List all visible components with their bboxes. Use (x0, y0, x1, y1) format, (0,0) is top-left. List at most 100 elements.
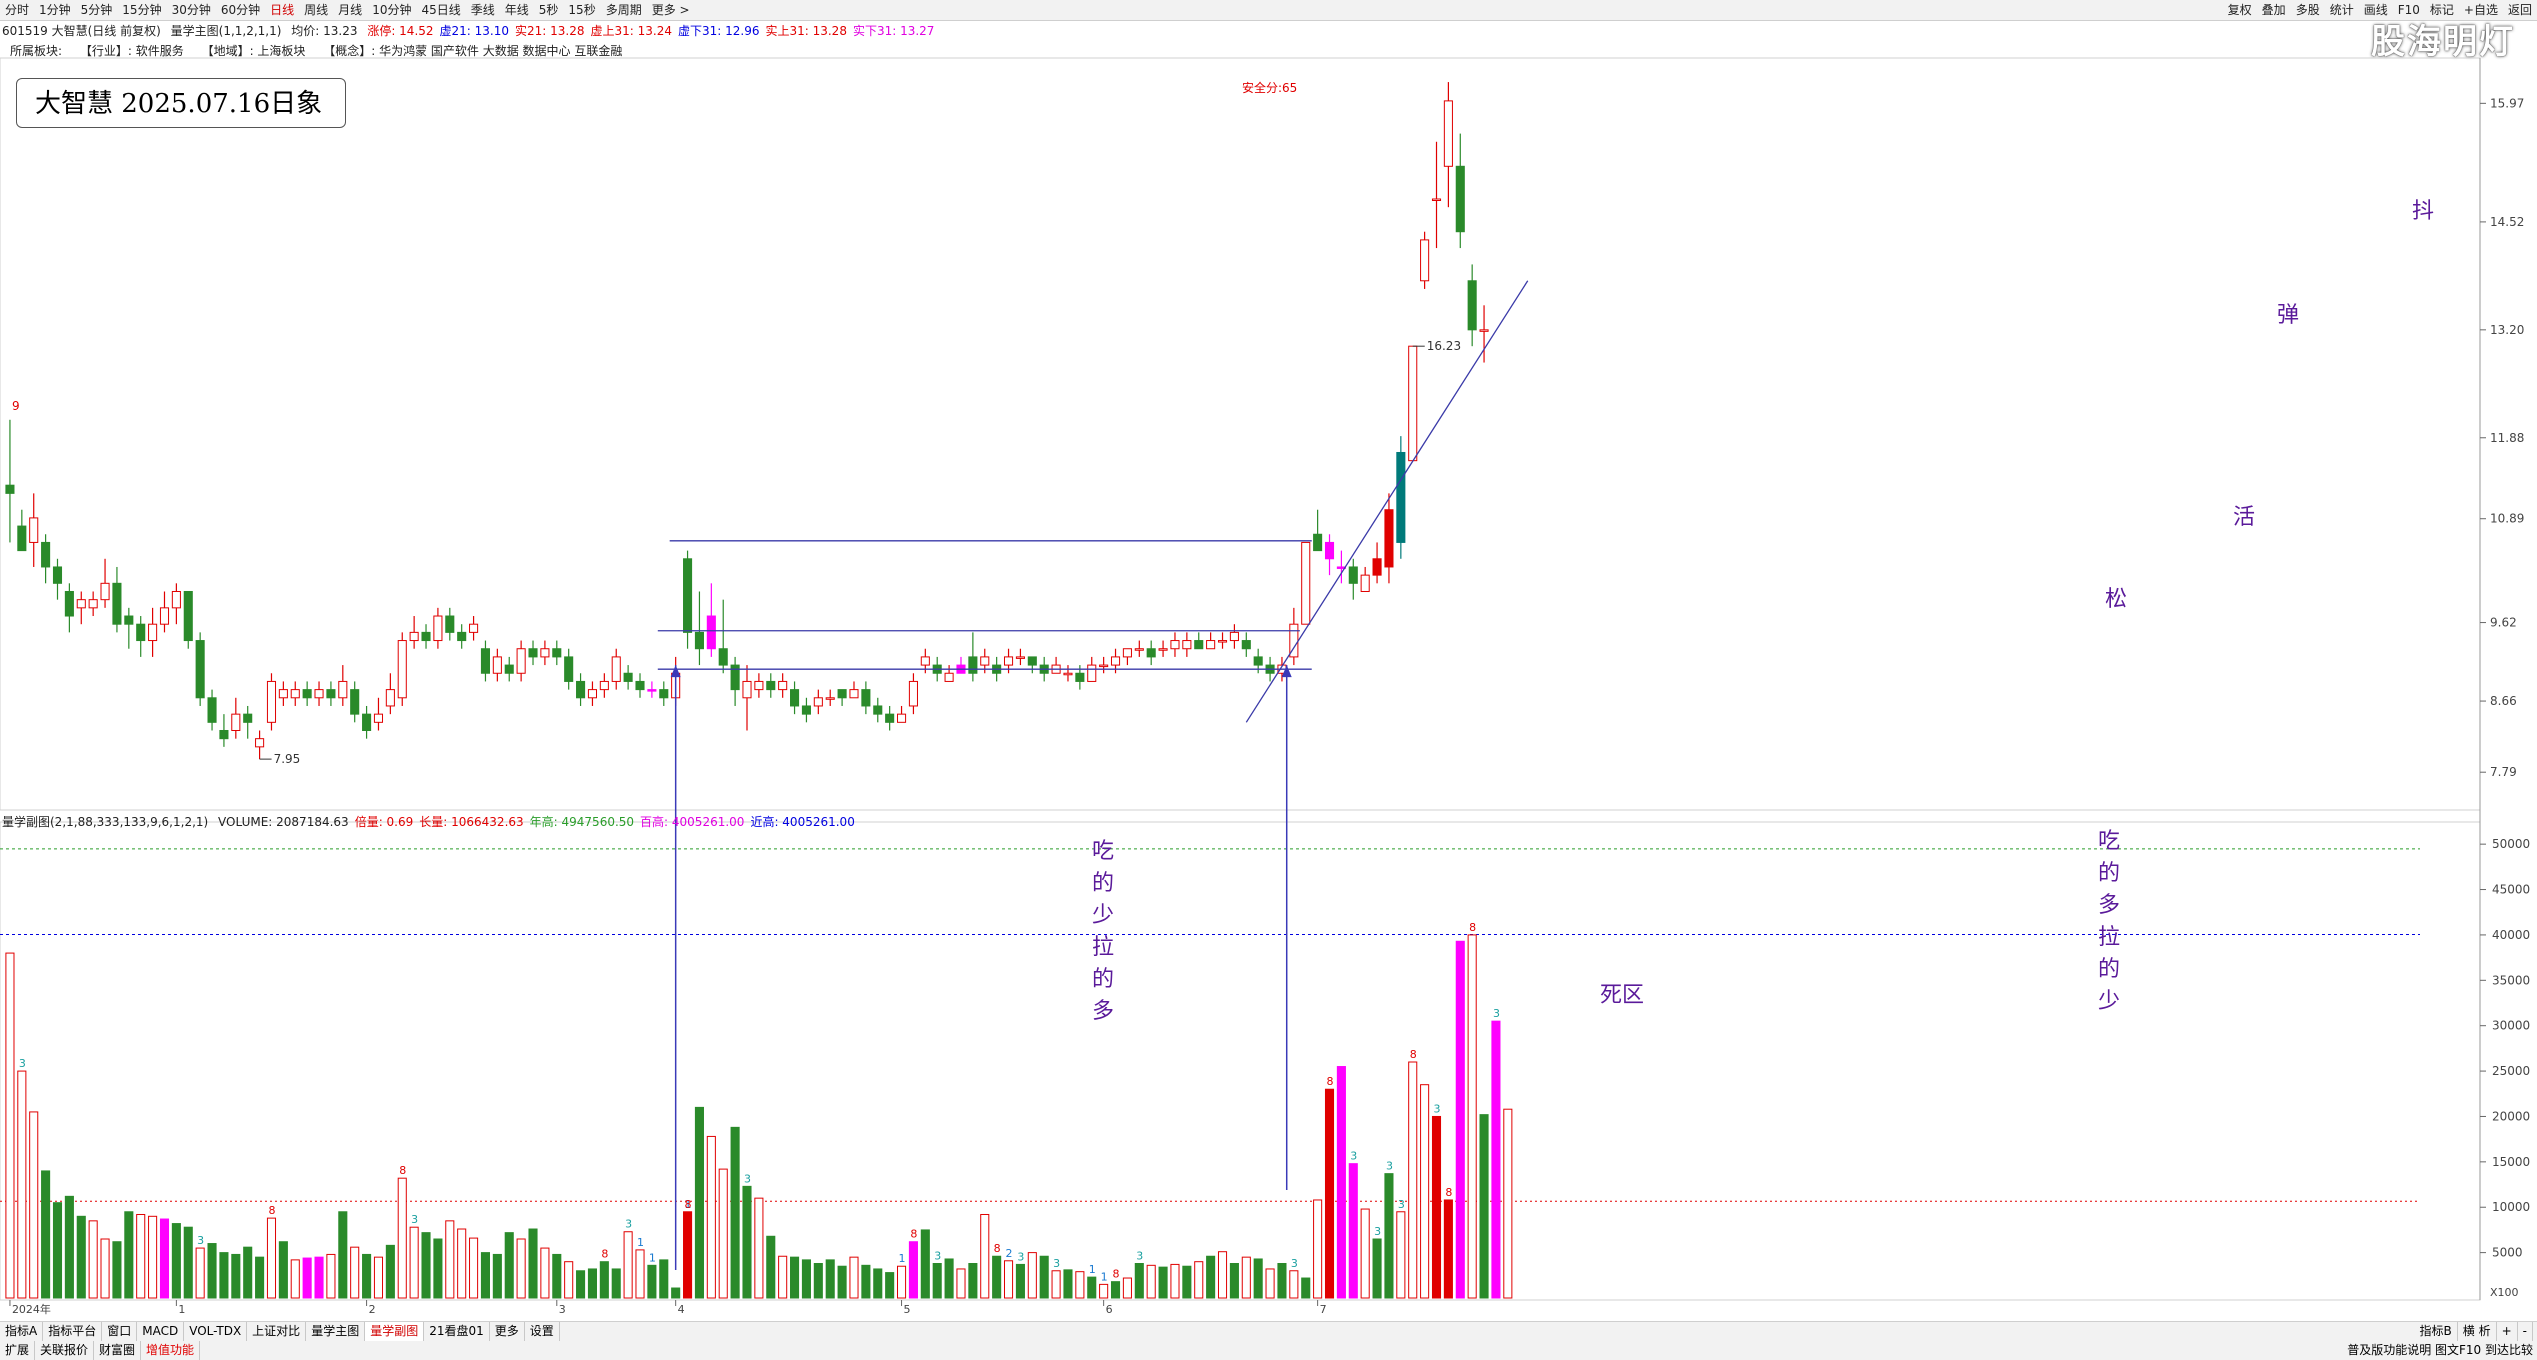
volume-signal-label: 8 (268, 1204, 275, 1217)
candle-body (433, 615, 443, 642)
candle-body (1158, 648, 1168, 651)
volume-tick-label: 20000 (2492, 1109, 2530, 1123)
volume-signal-label: 3 (1493, 1007, 1500, 1020)
volume-value-2: 长量: 1066432.63 (419, 815, 524, 829)
annotation-left-stack: 少 (1092, 903, 1114, 928)
bottom-tab-8[interactable]: 21看盘01 (424, 1322, 490, 1341)
candle-body (5, 484, 15, 494)
candle-body (171, 590, 181, 609)
volume-bar (1396, 1211, 1406, 1299)
candle-body (885, 713, 895, 723)
candle-body (1063, 672, 1073, 676)
candle-body (1431, 198, 1442, 202)
bottom-tab-0[interactable]: 指标A (0, 1322, 44, 1341)
candle-body (683, 558, 693, 633)
volume-bar (1289, 1270, 1299, 1299)
bottom-ext-tab-1[interactable]: 关联报价 (35, 1341, 95, 1360)
bottom-ext-tab-2[interactable]: 财富圈 (94, 1341, 142, 1360)
volume-bar (1503, 1108, 1513, 1299)
volume-bar (195, 1247, 205, 1299)
candle-body (385, 689, 395, 707)
volume-bar (837, 1265, 847, 1299)
bottom-right-button-0[interactable]: 指标B (2415, 1322, 2458, 1341)
candle-body (599, 680, 609, 691)
volume-bar (861, 1264, 871, 1299)
bottom-ext-tab-3[interactable]: 增值功能 (141, 1341, 201, 1360)
volume-signal-label: 1 (1089, 1263, 1096, 1276)
volume-value-1: 倍量: 0.69 (354, 815, 414, 829)
candle-body (540, 648, 550, 658)
price-panel-frame (0, 57, 2481, 811)
volume-bar (992, 1255, 1002, 1299)
volume-bar (564, 1261, 574, 1299)
bottom-tab-3[interactable]: MACD (137, 1322, 185, 1341)
bottom-right-button-2[interactable]: + (2497, 1322, 2518, 1341)
volume-bar (397, 1177, 407, 1299)
volume-bar (1075, 1271, 1085, 1299)
volume-bar (1420, 1084, 1430, 1299)
annotation-left-stack: 拉 (1092, 935, 1114, 960)
volume-bar (968, 1263, 978, 1299)
volume-bar (635, 1249, 645, 1299)
candle-body (564, 656, 574, 682)
candle-body (742, 680, 752, 699)
candle-body (1170, 640, 1180, 650)
annotation-right-stack: 少 (2098, 989, 2120, 1014)
volume-bar (5, 952, 15, 1299)
volume-signal-label: 8 (994, 1242, 1001, 1255)
volume-indicator-name[interactable]: 量学副图(2,1,88,333,133,9,6,1,2,1) (2, 815, 208, 829)
volume-bar (1087, 1276, 1097, 1299)
candle-body (445, 615, 455, 633)
candle-body (576, 680, 586, 699)
volume-bar (1003, 1260, 1014, 1299)
bottom-tab-1[interactable]: 指标平台 (43, 1322, 103, 1341)
annotation-left-stack: 吃 (1092, 839, 1114, 864)
candle-body (76, 599, 86, 609)
bottom-ext-tab-0[interactable]: 扩展 (0, 1341, 36, 1360)
candle-body (255, 738, 265, 748)
candle-body (1134, 648, 1144, 651)
trend-line (1245, 280, 1529, 723)
volume-bar (1206, 1255, 1216, 1299)
bottom-tab-4[interactable]: VOL-TDX (184, 1322, 248, 1341)
bottom-tab-5[interactable]: 上证对比 (247, 1322, 307, 1341)
volume-bar (266, 1217, 277, 1299)
annotation-dead-zone: 死区 (1600, 983, 1644, 1008)
candle-body (397, 640, 407, 699)
volume-signal-label: 8 (601, 1248, 608, 1261)
bottom-right-button-3[interactable]: - (2518, 1322, 2533, 1341)
bottom-tab-7[interactable]: 量学副图 (365, 1322, 425, 1341)
volume-bar (100, 1238, 110, 1299)
volume-tick-label: 35000 (2492, 973, 2530, 987)
volume-bar (1170, 1263, 1180, 1299)
annotation-right-stack: 多 (2098, 893, 2120, 918)
price-tick-label: 9.62 (2490, 616, 2517, 630)
volume-bar (278, 1241, 288, 1299)
candle-body (801, 705, 811, 715)
bottom-help-links[interactable]: 普及版功能说明 图文F10 到达比较 (2347, 1341, 2533, 1360)
x-tick-label: 2024年 (12, 1302, 51, 1316)
volume-tick-label: 30000 (2492, 1019, 2530, 1033)
candle-body (1110, 656, 1121, 666)
candle-body (647, 689, 657, 692)
volume-signal-label: 3 (934, 1250, 941, 1263)
candle-body (694, 631, 704, 650)
price-volume-chart: 15.97 14.52 13.20 11.88 10.89 9.62 8.66 7.79 500… (0, 57, 2530, 1316)
bottom-right-button-1[interactable]: 横 析 (2458, 1322, 2497, 1341)
volume-bar (1408, 1061, 1418, 1299)
candle-body (635, 680, 645, 691)
volume-signal-label: 8 (1327, 1075, 1334, 1088)
volume-signal-label: 2 (1006, 1247, 1013, 1260)
volume-value-0: VOLUME: 2087184.63 (218, 815, 349, 829)
volume-unit-label: X100 (2490, 1286, 2519, 1299)
candle-body (1087, 664, 1097, 682)
candle-body (849, 689, 859, 699)
bottom-tab-10[interactable]: 设置 (525, 1322, 560, 1341)
volume-bar (1348, 1163, 1358, 1299)
candle-body (362, 713, 372, 731)
bottom-tab-9[interactable]: 更多 (490, 1322, 525, 1341)
bottom-tab-6[interactable]: 量学主图 (306, 1322, 366, 1341)
candle-body (338, 680, 348, 699)
bottom-tab-2[interactable]: 窗口 (102, 1322, 138, 1341)
volume-signal-label: 1 (637, 1236, 644, 1249)
